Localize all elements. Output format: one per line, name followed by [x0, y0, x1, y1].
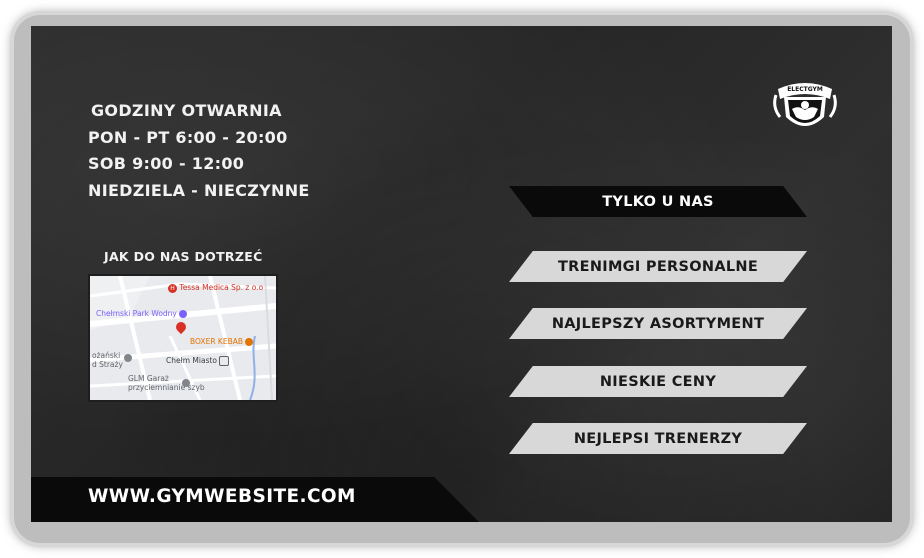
- location-map[interactable]: H Tessa Medica Sp. z o.o Chełmski Park W…: [88, 274, 278, 402]
- offers-header-banner: TYLKO U NAS: [509, 186, 807, 217]
- hours-saturday: SOB 9:00 - 12:00: [88, 154, 245, 173]
- directions-title: JAK DO NAS DOTRZEĆ: [104, 249, 263, 264]
- fire-station-pin-icon: [124, 354, 132, 362]
- map-poi-fire-station: ożański d Straży: [92, 351, 123, 369]
- map-poi-kebab: BOXER KEBAB: [190, 337, 254, 346]
- offer-item-assortment: NAJLEPSZY ASORTYMENT: [509, 308, 807, 339]
- hours-weekdays: PON - PT 6:00 - 20:00: [88, 127, 288, 147]
- offer-item-prices: NIESKIE CENY: [509, 366, 807, 397]
- bodybuilder-shield-icon: ELECTGYM: [773, 83, 837, 126]
- opening-hours: GODZINY OTWARNIA PON - PT 6:00 - 20:00 S…: [88, 98, 310, 204]
- gym-logo: ELECTGYM: [770, 75, 840, 137]
- footer-banner: WWW.GYMWEBSITE.COM: [31, 477, 479, 522]
- map-poi-garage: GLM Garaż przyciemnianie szyb: [128, 374, 205, 392]
- restaurant-pin-icon: [245, 338, 254, 346]
- map-poi-station: Chełm Miasto: [166, 356, 230, 366]
- park-pin-icon: [179, 310, 188, 318]
- garage-pin-icon: [182, 379, 190, 387]
- gym-card-panel: GODZINY OTWARNIA PON - PT 6:00 - 20:00 S…: [31, 26, 892, 522]
- opening-hours-title: GODZINY OTWARNIA: [91, 101, 282, 120]
- hospital-pin-icon: H: [168, 283, 177, 293]
- map-poi-park: Chełmski Park Wodny: [96, 309, 188, 318]
- hours-sunday: NIEDZIELA - NIECZYNNE: [88, 180, 310, 200]
- offer-item-personal-training: TRENIMGI PERSONALNE: [509, 251, 807, 282]
- map-poi-medica: H Tessa Medica Sp. z o.o: [168, 283, 263, 293]
- website-link[interactable]: WWW.GYMWEBSITE.COM: [88, 486, 356, 507]
- offer-item-trainers: NEJLEPSI TRENERZY: [509, 423, 807, 454]
- logo-text: ELECTGYM: [787, 86, 823, 93]
- train-station-icon: [219, 356, 230, 366]
